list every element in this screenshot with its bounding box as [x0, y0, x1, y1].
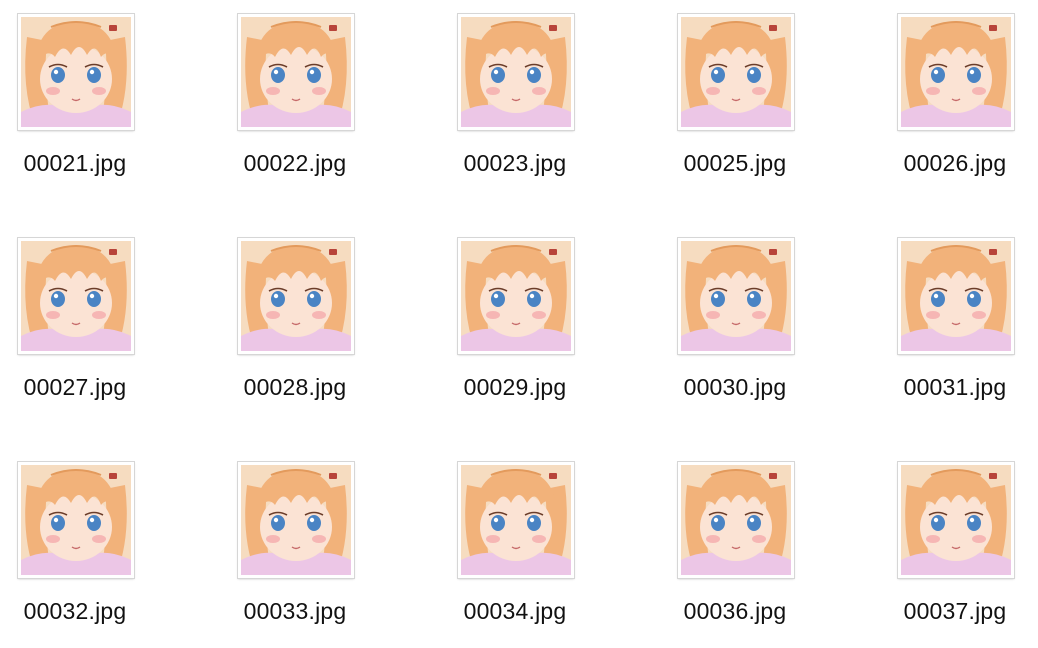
- image-thumbnail-icon[interactable]: [238, 462, 354, 578]
- image-thumbnail-icon[interactable]: [18, 462, 134, 578]
- image-thumbnail-icon[interactable]: [898, 14, 1014, 130]
- file-name[interactable]: 00036.jpg: [660, 598, 810, 625]
- image-thumbnail-icon[interactable]: [898, 238, 1014, 354]
- file-item[interactable]: 00023.jpg: [440, 0, 590, 200]
- file-name[interactable]: 00034.jpg: [440, 598, 590, 625]
- image-thumbnail-icon[interactable]: [678, 14, 794, 130]
- file-name[interactable]: 00028.jpg: [220, 374, 370, 401]
- file-name[interactable]: 00033.jpg: [220, 598, 370, 625]
- file-name[interactable]: 00037.jpg: [880, 598, 1030, 625]
- image-thumbnail-icon[interactable]: [678, 238, 794, 354]
- file-item[interactable]: 00028.jpg: [220, 224, 370, 424]
- file-item[interactable]: 00025.jpg: [660, 0, 810, 200]
- image-thumbnail-icon[interactable]: [678, 462, 794, 578]
- file-name[interactable]: 00025.jpg: [660, 150, 810, 177]
- file-name[interactable]: 00026.jpg: [880, 150, 1030, 177]
- image-thumbnail-icon[interactable]: [458, 14, 574, 130]
- file-name[interactable]: 00031.jpg: [880, 374, 1030, 401]
- file-name[interactable]: 00030.jpg: [660, 374, 810, 401]
- image-thumbnail-icon[interactable]: [18, 14, 134, 130]
- file-item[interactable]: 00022.jpg: [220, 0, 370, 200]
- file-item[interactable]: 00031.jpg: [880, 224, 1030, 424]
- file-item[interactable]: 00032.jpg: [0, 448, 150, 648]
- file-name[interactable]: 00021.jpg: [0, 150, 150, 177]
- file-item[interactable]: 00021.jpg: [0, 0, 150, 200]
- file-name[interactable]: 00032.jpg: [0, 598, 150, 625]
- file-name[interactable]: 00029.jpg: [440, 374, 590, 401]
- file-item[interactable]: 00030.jpg: [660, 224, 810, 424]
- file-item[interactable]: 00027.jpg: [0, 224, 150, 424]
- file-item[interactable]: 00037.jpg: [880, 448, 1030, 648]
- image-thumbnail-icon[interactable]: [458, 462, 574, 578]
- image-thumbnail-icon[interactable]: [238, 238, 354, 354]
- file-grid: 00021.jpg 00022.jpg 00023.jpg 00025.jpg …: [0, 0, 1038, 646]
- file-item[interactable]: 00033.jpg: [220, 448, 370, 648]
- file-name[interactable]: 00022.jpg: [220, 150, 370, 177]
- file-item[interactable]: 00026.jpg: [880, 0, 1030, 200]
- image-thumbnail-icon[interactable]: [18, 238, 134, 354]
- file-item[interactable]: 00034.jpg: [440, 448, 590, 648]
- file-name[interactable]: 00027.jpg: [0, 374, 150, 401]
- file-name[interactable]: 00023.jpg: [440, 150, 590, 177]
- file-item[interactable]: 00029.jpg: [440, 224, 590, 424]
- file-item[interactable]: 00036.jpg: [660, 448, 810, 648]
- image-thumbnail-icon[interactable]: [898, 462, 1014, 578]
- image-thumbnail-icon[interactable]: [238, 14, 354, 130]
- image-thumbnail-icon[interactable]: [458, 238, 574, 354]
